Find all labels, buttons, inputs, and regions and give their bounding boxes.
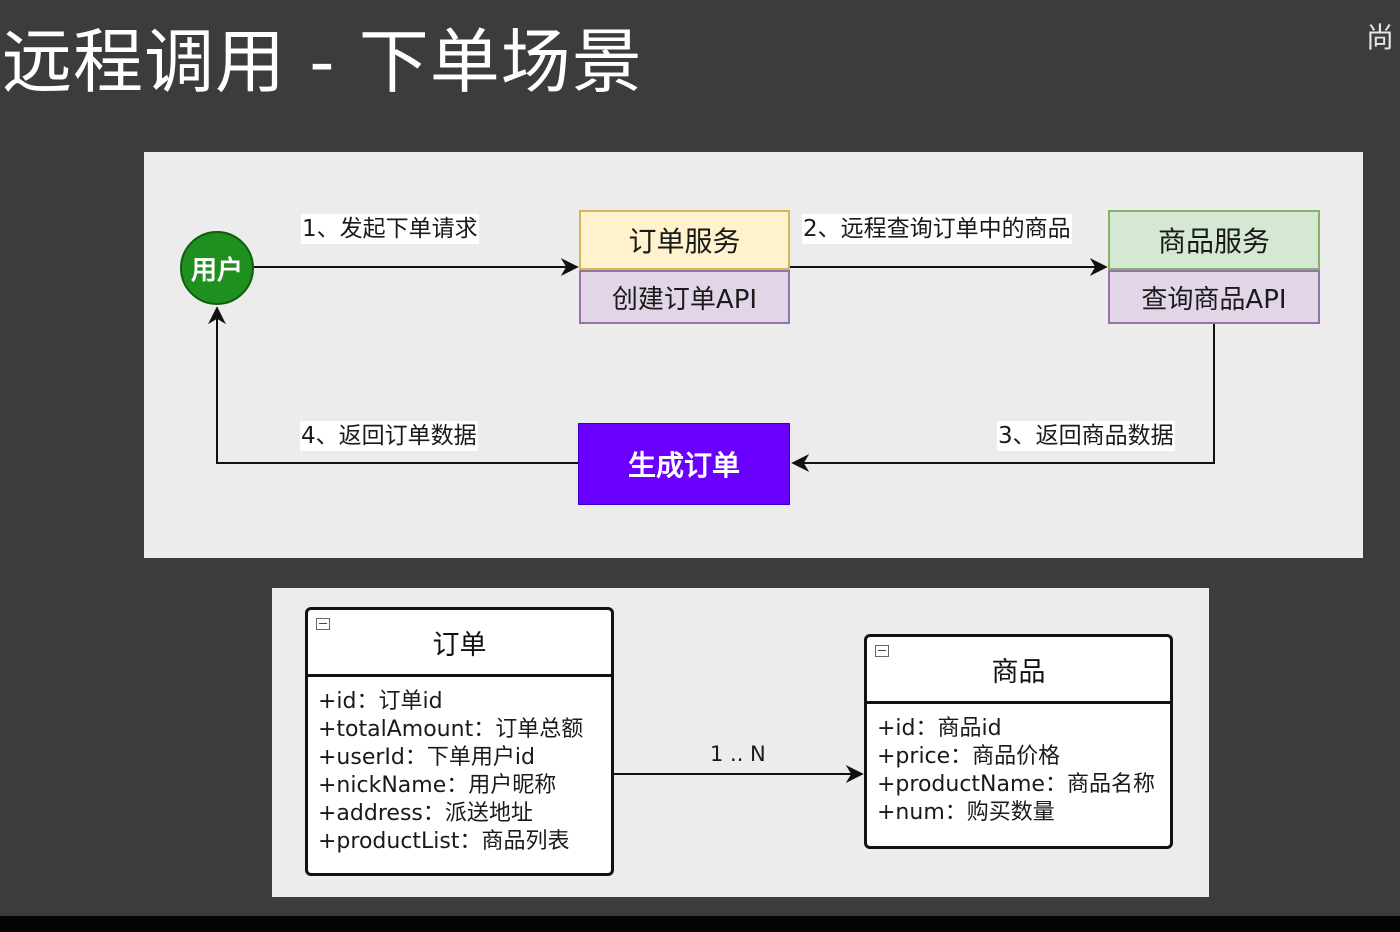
order-field: +nickName：用户昵称 xyxy=(318,773,557,798)
product-class-fields: +id：商品id +price：商品价格 +productName：商品名称 +… xyxy=(877,715,1166,827)
step-4-label: 4、返回订单数据 xyxy=(300,421,478,451)
collapse-icon[interactable] xyxy=(875,645,889,657)
product-field: +price：商品价格 xyxy=(877,744,1061,769)
order-field: +productList：商品列表 xyxy=(318,829,570,854)
query-product-api-node: 查询商品API xyxy=(1108,270,1320,324)
order-class-name: 订单 xyxy=(432,629,487,661)
product-service-node: 商品服务 xyxy=(1108,210,1320,270)
order-field: +userId：下单用户id xyxy=(318,745,535,770)
order-class-header: 订单 xyxy=(308,610,611,677)
user-node: 用户 xyxy=(180,231,254,305)
collapse-icon[interactable] xyxy=(316,618,330,630)
step-2-label: 2、远程查询订单中的商品 xyxy=(802,214,1072,244)
order-field: +totalAmount：订单总额 xyxy=(318,717,584,742)
order-field: +address：派送地址 xyxy=(318,801,533,826)
product-class-header: 商品 xyxy=(867,637,1170,704)
product-field: +id：商品id xyxy=(877,716,1002,741)
product-field: +num：购买数量 xyxy=(877,800,1055,825)
step-1-label: 1、发起下单请求 xyxy=(301,214,479,244)
order-field: +id：订单id xyxy=(318,689,443,714)
generate-order-node: 生成订单 xyxy=(578,423,790,505)
order-class-box: 订单 +id：订单id +totalAmount：订单总额 +userId：下单… xyxy=(305,607,614,876)
bottom-bar xyxy=(0,916,1400,932)
relation-multiplicity-label: 1 .. N xyxy=(710,742,766,766)
order-class-fields: +id：订单id +totalAmount：订单总额 +userId：下单用户i… xyxy=(318,688,607,856)
step-3-label: 3、返回商品数据 xyxy=(997,421,1175,451)
product-class-name: 商品 xyxy=(991,656,1046,688)
product-field: +productName：商品名称 xyxy=(877,772,1155,797)
product-class-box: 商品 +id：商品id +price：商品价格 +productName：商品名… xyxy=(864,634,1173,849)
create-order-api-node: 创建订单API xyxy=(579,270,790,324)
order-service-node: 订单服务 xyxy=(579,210,790,270)
